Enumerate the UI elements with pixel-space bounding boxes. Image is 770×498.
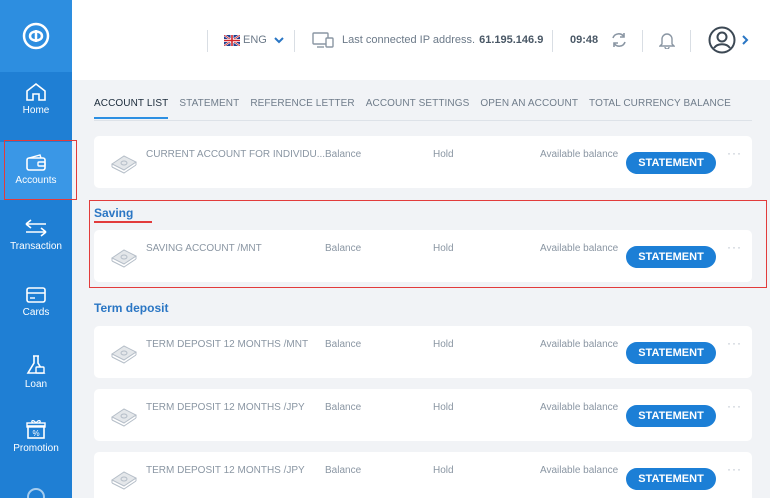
tab-total-currency-balance[interactable]: TOTAL CURRENCY BALANCE: [589, 98, 731, 119]
balance-label: Balance: [325, 149, 362, 160]
sidebar: Home Accounts Transaction Cards Loan % P…: [0, 0, 72, 498]
hold-label: Hold: [433, 465, 454, 476]
available-balance-label: Available balance: [540, 149, 619, 160]
home-icon: [26, 82, 46, 101]
highlight-box-saving: [89, 200, 767, 288]
gift-percent-icon: %: [26, 420, 46, 439]
main-content: ACCOUNT LIST STATEMENT REFERENCE LETTER …: [72, 80, 770, 498]
transfer-arrows-icon: [25, 219, 47, 237]
sidebar-item-label: Transaction: [10, 241, 62, 252]
tab-open-account[interactable]: OPEN AN ACCOUNT: [480, 98, 578, 119]
available-balance-label: Available balance: [540, 402, 619, 413]
account-name[interactable]: TERM DEPOSIT 12 MONTHS /MNT: [146, 339, 308, 350]
svg-text:%: %: [32, 429, 39, 438]
highlight-underline-saving: [94, 221, 152, 223]
sidebar-item-home[interactable]: Home: [0, 82, 72, 134]
tabs-divider: [94, 120, 752, 121]
account-card-current: CURRENT ACCOUNT FOR INDIVIDU... Balance …: [94, 136, 752, 188]
last-ip-info: Last connected IP address. 61.195.146.9: [312, 0, 543, 80]
more-nav-icon[interactable]: [27, 488, 45, 498]
divider: [552, 30, 553, 52]
logo-icon: [22, 22, 50, 50]
statement-button[interactable]: STATEMENT: [626, 468, 716, 490]
sidebar-item-cards[interactable]: Cards: [0, 286, 72, 338]
card-icon: [26, 287, 46, 303]
user-avatar-icon: [708, 26, 736, 54]
sidebar-item-label: Cards: [22, 307, 50, 318]
last-ip-label: Last connected IP address.: [342, 34, 476, 46]
notifications-button[interactable]: [659, 0, 675, 80]
account-name[interactable]: TERM DEPOSIT 12 MONTHS /JPY: [146, 465, 305, 476]
sidebar-item-label: Loan: [24, 379, 48, 390]
last-ip-value: 61.195.146.9: [479, 34, 544, 46]
sidebar-item-transaction[interactable]: Transaction: [0, 218, 72, 270]
section-title-term-deposit: Term deposit: [94, 301, 169, 315]
session-time: 09:48: [570, 0, 598, 80]
sidebar-item-label: Home: [22, 105, 50, 116]
available-balance-label: Available balance: [540, 465, 619, 476]
bell-icon: [659, 33, 675, 49]
balance-label: Balance: [325, 339, 362, 350]
account-tabs: ACCOUNT LIST STATEMENT REFERENCE LETTER …: [94, 98, 731, 119]
time-label: 09:48: [570, 34, 599, 46]
sidebar-item-label: Promotion: [13, 443, 59, 454]
money-stack-icon: [111, 408, 137, 427]
more-options-icon[interactable]: ···: [727, 146, 742, 160]
tab-reference-letter[interactable]: REFERENCE LETTER: [250, 98, 354, 119]
statement-button[interactable]: STATEMENT: [626, 152, 716, 174]
divider: [294, 30, 295, 52]
tab-statement[interactable]: STATEMENT: [179, 98, 239, 119]
language-selector[interactable]: ENG: [224, 0, 285, 80]
money-stack-icon: [111, 155, 137, 174]
tab-account-list[interactable]: ACCOUNT LIST: [94, 98, 169, 119]
chevron-right-icon: [742, 35, 749, 45]
balance-label: Balance: [325, 465, 362, 476]
highlight-box-accounts: [4, 140, 77, 200]
loan-flask-icon: [26, 355, 46, 374]
statement-button[interactable]: STATEMENT: [626, 342, 716, 364]
monitor-icon: [312, 32, 334, 48]
account-name[interactable]: TERM DEPOSIT 12 MONTHS /JPY: [146, 402, 305, 413]
hold-label: Hold: [433, 402, 454, 413]
hold-label: Hold: [433, 339, 454, 350]
refresh-button[interactable]: [610, 0, 628, 80]
account-card-term-deposit: TERM DEPOSIT 12 MONTHS /JPY Balance Hold…: [94, 452, 752, 498]
sidebar-item-loan[interactable]: Loan: [0, 354, 72, 406]
money-stack-icon: [111, 471, 137, 490]
refresh-icon: [612, 33, 626, 47]
tab-account-settings[interactable]: ACCOUNT SETTINGS: [366, 98, 470, 119]
account-card-term-deposit: TERM DEPOSIT 12 MONTHS /JPY Balance Hold…: [94, 389, 752, 441]
hold-label: Hold: [433, 149, 454, 160]
divider: [207, 30, 208, 52]
more-options-icon[interactable]: ···: [727, 399, 742, 413]
statement-button[interactable]: STATEMENT: [626, 405, 716, 427]
bank-logo[interactable]: [0, 0, 72, 72]
language-label: ENG: [243, 34, 267, 46]
divider: [642, 30, 643, 52]
chevron-down-icon: [274, 37, 284, 44]
account-name[interactable]: CURRENT ACCOUNT FOR INDIVIDU...: [146, 149, 325, 160]
top-header: ENG Last connected IP address. 61.195.14…: [72, 0, 770, 80]
sidebar-item-promotion[interactable]: % Promotion: [0, 418, 72, 472]
uk-flag-icon: [224, 34, 240, 46]
balance-label: Balance: [325, 402, 362, 413]
money-stack-icon: [111, 345, 137, 364]
more-options-icon[interactable]: ···: [727, 462, 742, 476]
profile-button[interactable]: [708, 0, 750, 80]
divider: [690, 30, 691, 52]
more-options-icon[interactable]: ···: [727, 336, 742, 350]
account-card-term-deposit: TERM DEPOSIT 12 MONTHS /MNT Balance Hold…: [94, 326, 752, 378]
available-balance-label: Available balance: [540, 339, 619, 350]
